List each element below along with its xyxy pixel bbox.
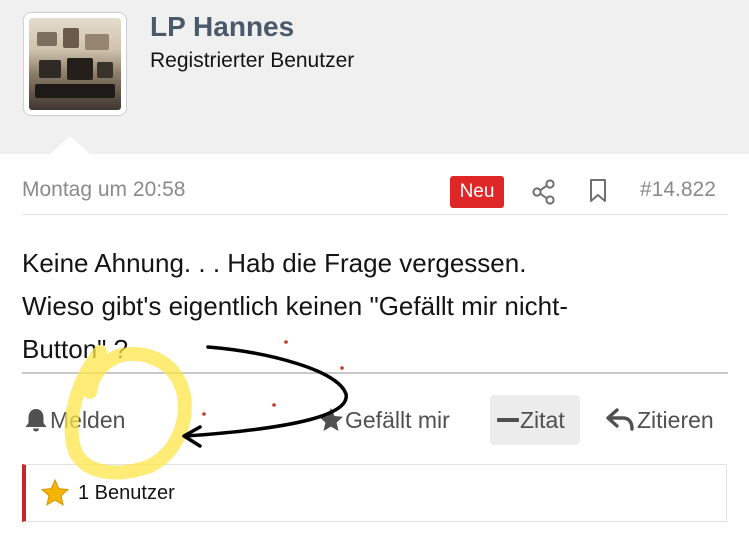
like-button[interactable]: Gefällt mir bbox=[317, 395, 450, 445]
post-body: Keine Ahnung. . . Hab die Frage vergesse… bbox=[22, 242, 722, 371]
minus-icon bbox=[497, 418, 519, 422]
reactions-bar[interactable]: 1 Benutzer bbox=[22, 464, 727, 522]
post-body-line: Keine Ahnung. . . Hab die Frage vergesse… bbox=[22, 248, 527, 278]
user-title: Registrierter Benutzer bbox=[150, 49, 355, 72]
report-label: Melden bbox=[50, 406, 126, 433]
new-badge: Neu bbox=[450, 176, 504, 208]
avatar[interactable] bbox=[23, 12, 127, 116]
divider bbox=[22, 372, 728, 374]
post-number-link[interactable]: #14.822 bbox=[640, 178, 716, 202]
reactions-summary: 1 Benutzer bbox=[78, 481, 175, 504]
reply-quote-button[interactable]: Zitieren bbox=[605, 395, 714, 445]
avatar-photo bbox=[29, 18, 121, 110]
share-icon[interactable] bbox=[532, 179, 556, 210]
report-button[interactable]: Melden bbox=[22, 395, 125, 445]
username[interactable]: LP Hannes bbox=[150, 11, 294, 43]
like-label: Gefällt mir bbox=[345, 406, 450, 433]
post-date[interactable]: Montag um 20:58 bbox=[22, 178, 185, 202]
bookmark-icon[interactable] bbox=[588, 178, 608, 209]
quote-toggle-button[interactable]: Zitat bbox=[490, 395, 580, 445]
bell-icon bbox=[25, 409, 47, 432]
star-icon bbox=[319, 408, 343, 431]
reply-label: Zitieren bbox=[637, 406, 714, 433]
user-header: LP Hannes Registrierter Benutzer bbox=[0, 0, 749, 154]
divider bbox=[22, 214, 728, 215]
reply-icon bbox=[606, 408, 634, 431]
quote-label: Zitat bbox=[520, 406, 565, 433]
post-body-line: Button" ? bbox=[22, 334, 129, 364]
star-icon bbox=[40, 478, 70, 506]
post-body-line: Wieso gibt's eigentlich keinen "Gefällt … bbox=[22, 291, 568, 321]
header-pointer bbox=[50, 136, 90, 154]
